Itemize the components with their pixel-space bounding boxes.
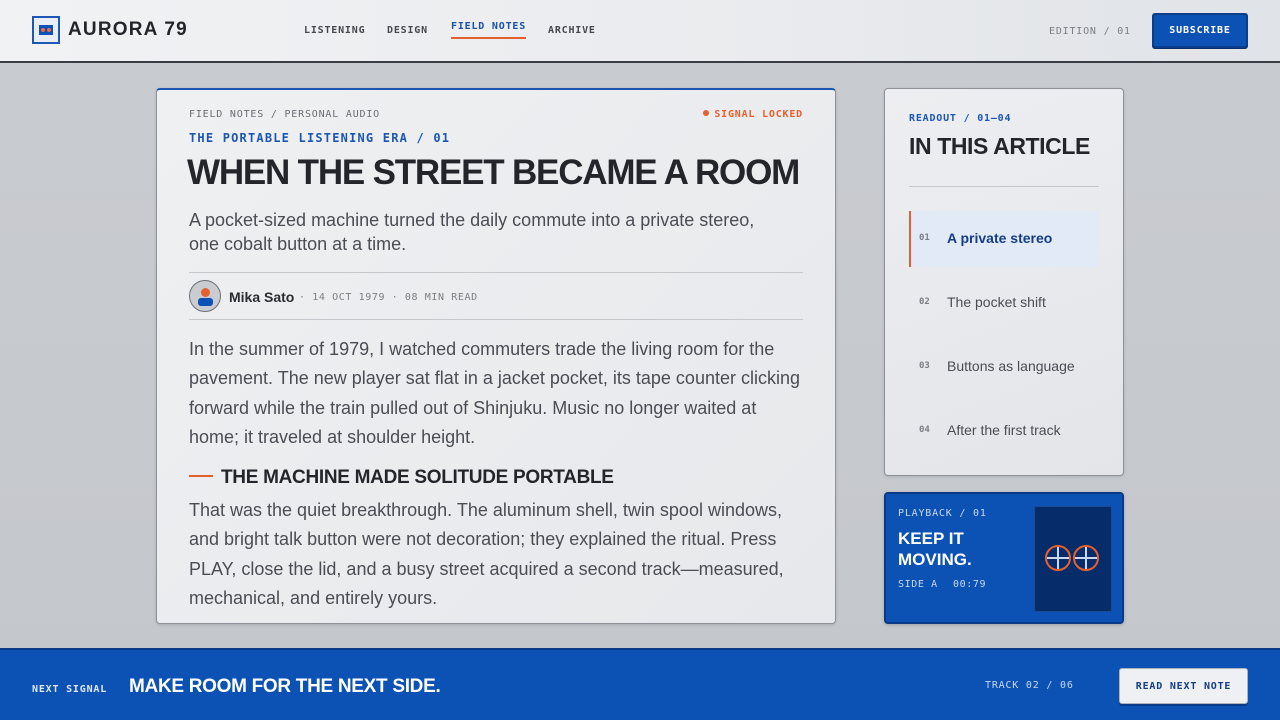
nav-listening[interactable]: LISTENING [304,25,365,36]
article-subhead: THE MACHINE MADE SOLITUDE PORTABLE [189,467,614,489]
signal-label: SIGNAL LOCKED [714,109,803,120]
article-kicker: FIELD NOTES / PERSONAL AUDIO [189,109,380,120]
subhead-text: THE MACHINE MADE SOLITUDE PORTABLE [221,467,614,488]
logo-cassette-icon[interactable] [32,16,60,44]
next-signal-bar: NEXT SIGNAL MAKE ROOM FOR THE NEXT SIDE.… [0,648,1280,720]
site-header: AURORA 79 LISTENING DESIGN FIELD NOTES A… [0,0,1280,63]
nav-field-notes[interactable]: FIELD NOTES [451,21,527,39]
article-title: WHEN THE STREET BECAME A ROOM [187,153,800,192]
toc-item-after-first-track[interactable]: 04 After the first track [909,403,1099,459]
playback-card[interactable]: PLAYBACK / 01 KEEP IT MOVING. SIDE A 00:… [884,492,1124,624]
article-paragraph-2: That was the quiet breakthrough. The alu… [189,500,784,608]
toc-kicker: READOUT / 01—04 [909,113,1012,124]
brand-name[interactable]: AURORA 79 [68,19,188,41]
playback-title: KEEP IT MOVING. [898,529,972,569]
toc-item-pocket-shift[interactable]: 02 The pocket shift [909,275,1099,331]
toc-item-label: A private stereo [947,230,1053,246]
toc-divider [909,186,1099,187]
signal-status: SIGNAL LOCKED [703,109,803,120]
read-next-note-button[interactable]: READ NEXT NOTE [1119,668,1248,704]
toc-item-private-stereo[interactable]: 01 A private stereo [909,211,1099,267]
article-dateline: · 14 OCT 1979 · 08 MIN READ [299,292,478,303]
playback-kicker: PLAYBACK / 01 [898,508,987,519]
toc-item-number: 01 [919,233,930,243]
edition-label: EDITION / 01 [1049,26,1131,37]
playback-side: SIDE A [898,579,938,590]
subscribe-button[interactable]: SUBSCRIBE [1152,13,1248,48]
cassette-icon [1034,506,1112,612]
playback-time: 00:79 [953,579,987,590]
toc-item-number: 03 [919,361,930,371]
footer-title: MAKE ROOM FOR THE NEXT SIDE. [129,676,441,697]
spool-right-icon [1073,545,1099,571]
author-name[interactable]: Mika Sato [229,289,294,305]
article-card: FIELD NOTES / PERSONAL AUDIO SIGNAL LOCK… [156,88,836,624]
article-series: THE PORTABLE LISTENING ERA / 01 [189,131,451,145]
footer-track: TRACK 02 / 06 [985,680,1074,691]
toc-item-buttons-as-language[interactable]: 03 Buttons as language [909,339,1099,395]
table-of-contents: READOUT / 01—04 IN THIS ARTICLE 01 A pri… [884,88,1124,476]
byline: Mika Sato · 14 OCT 1979 · 08 MIN READ [189,272,803,320]
toc-item-number: 02 [919,297,930,307]
author-avatar[interactable] [189,280,221,312]
toc-item-label: Buttons as language [947,358,1075,374]
article-paragraph-1: In the summer of 1979, I watched commute… [189,339,800,447]
toc-item-label: The pocket shift [947,294,1046,310]
subhead-dash-icon [189,475,213,477]
toc-item-label: After the first track [947,422,1061,438]
toc-item-number: 04 [919,425,930,435]
article-dek: A pocket-sized machine turned the daily … [189,210,755,254]
signal-dot-icon [703,110,710,116]
nav-design[interactable]: DESIGN [387,25,428,36]
spool-left-icon [1045,545,1071,571]
toc-title: IN THIS ARTICLE [909,133,1090,159]
nav-archive[interactable]: ARCHIVE [548,25,596,36]
footer-kicker: NEXT SIGNAL [32,684,108,695]
